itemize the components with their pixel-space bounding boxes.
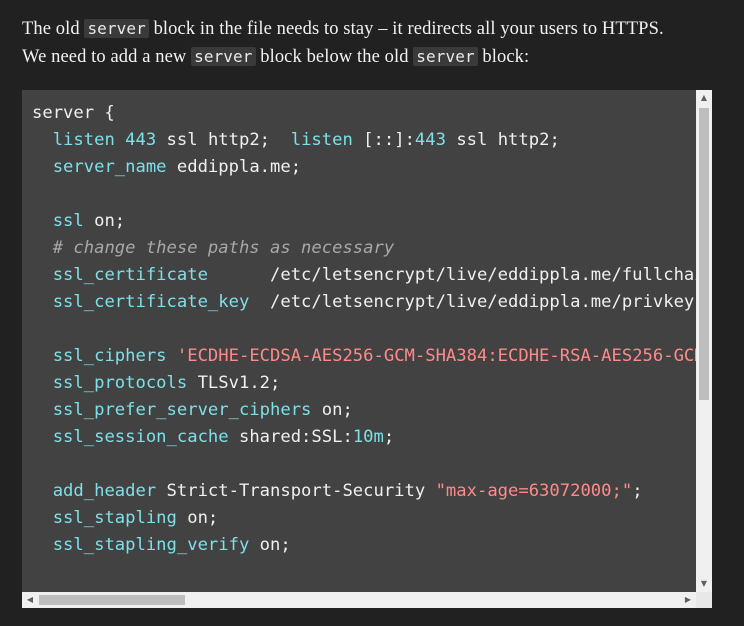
intro-text: The old — [22, 19, 85, 39]
scroll-right-arrow-icon[interactable]: ▶ — [680, 592, 696, 608]
intro-text: block in the file needs to stay – it red… — [148, 19, 664, 39]
code-keyword: ssl_ciphers — [52, 346, 167, 366]
code-text: on; — [83, 211, 126, 231]
intro-paragraph: The old server block in the file needs t… — [22, 15, 732, 71]
code-keyword: ssl_stapling_verify — [52, 535, 250, 555]
code-text: TLSv1.2; — [187, 373, 281, 393]
code-keyword: ssl_protocols — [52, 373, 188, 393]
code-number: 443 — [125, 130, 157, 150]
code-content: server { listen 443 ssl http2; listen [:… — [22, 90, 696, 559]
inline-code: server — [413, 47, 478, 66]
intro-line-2: We need to add a new server block below … — [22, 43, 732, 71]
code-keyword: add_header — [52, 481, 157, 501]
vertical-scrollbar[interactable]: ▲ ▼ — [696, 90, 712, 592]
code-number: 443 — [414, 130, 446, 150]
code-text: ; — [383, 427, 395, 447]
code-keyword: ssl_certificate_key — [52, 292, 250, 312]
scroll-left-arrow-icon[interactable]: ◀ — [22, 592, 38, 608]
code-string: 'ECDHE-ECDSA-AES256-GCM-SHA384:ECDHE-RSA… — [176, 346, 696, 366]
horizontal-scroll-thumb[interactable] — [39, 595, 185, 605]
code-text: /etc/letsencrypt/live/eddippla.me/fullch… — [270, 265, 696, 285]
code-number: 10m — [352, 427, 384, 447]
code-text: on; — [249, 535, 291, 555]
code-text: /etc/letsencrypt/live/eddippla.me/privke… — [270, 292, 696, 312]
scroll-down-arrow-icon[interactable]: ▼ — [696, 576, 712, 592]
inline-code: server — [191, 47, 256, 66]
code-keyword: ssl — [52, 211, 84, 231]
code-keyword: server_name — [52, 157, 167, 177]
code-text: Strict-Transport-Security — [156, 481, 436, 501]
code-text: eddippla.me; — [166, 157, 302, 177]
horizontal-scrollbar[interactable]: ◀ ▶ — [22, 592, 696, 608]
code-text: on; — [311, 400, 353, 420]
vertical-scroll-thumb[interactable] — [699, 108, 709, 400]
code-block[interactable]: server { listen 443 ssl http2; listen [:… — [22, 90, 712, 608]
intro-text: We need to add a new — [22, 47, 192, 67]
code-text: ssl http2; — [156, 130, 291, 150]
code-keyword: ssl_session_cache — [52, 427, 229, 447]
code-keyword: listen — [290, 130, 353, 150]
inline-code: server — [84, 19, 149, 38]
code-text: [::]: — [352, 130, 415, 150]
code-string: "max-age=63072000;" — [435, 481, 633, 501]
code-keyword: ssl_stapling — [52, 508, 177, 528]
intro-text: block: — [477, 47, 530, 67]
code-text: shared:SSL: — [228, 427, 353, 447]
code-viewport[interactable]: server { listen 443 ssl http2; listen [:… — [22, 90, 696, 592]
scroll-up-arrow-icon[interactable]: ▲ — [696, 90, 712, 106]
code-keyword: ssl_prefer_server_ciphers — [52, 400, 312, 420]
code-text: on; — [176, 508, 219, 528]
code-text: ssl http2; — [445, 130, 560, 150]
intro-text: block below the old — [255, 47, 414, 67]
intro-line-1: The old server block in the file needs t… — [22, 15, 732, 43]
scrollbar-corner — [696, 592, 712, 608]
code-keyword: listen — [52, 130, 115, 150]
code-text: ; — [632, 481, 643, 501]
code-line: server { — [32, 103, 115, 123]
code-keyword: ssl_certificate — [52, 265, 208, 285]
code-comment: # change these paths as necessary — [52, 238, 395, 258]
